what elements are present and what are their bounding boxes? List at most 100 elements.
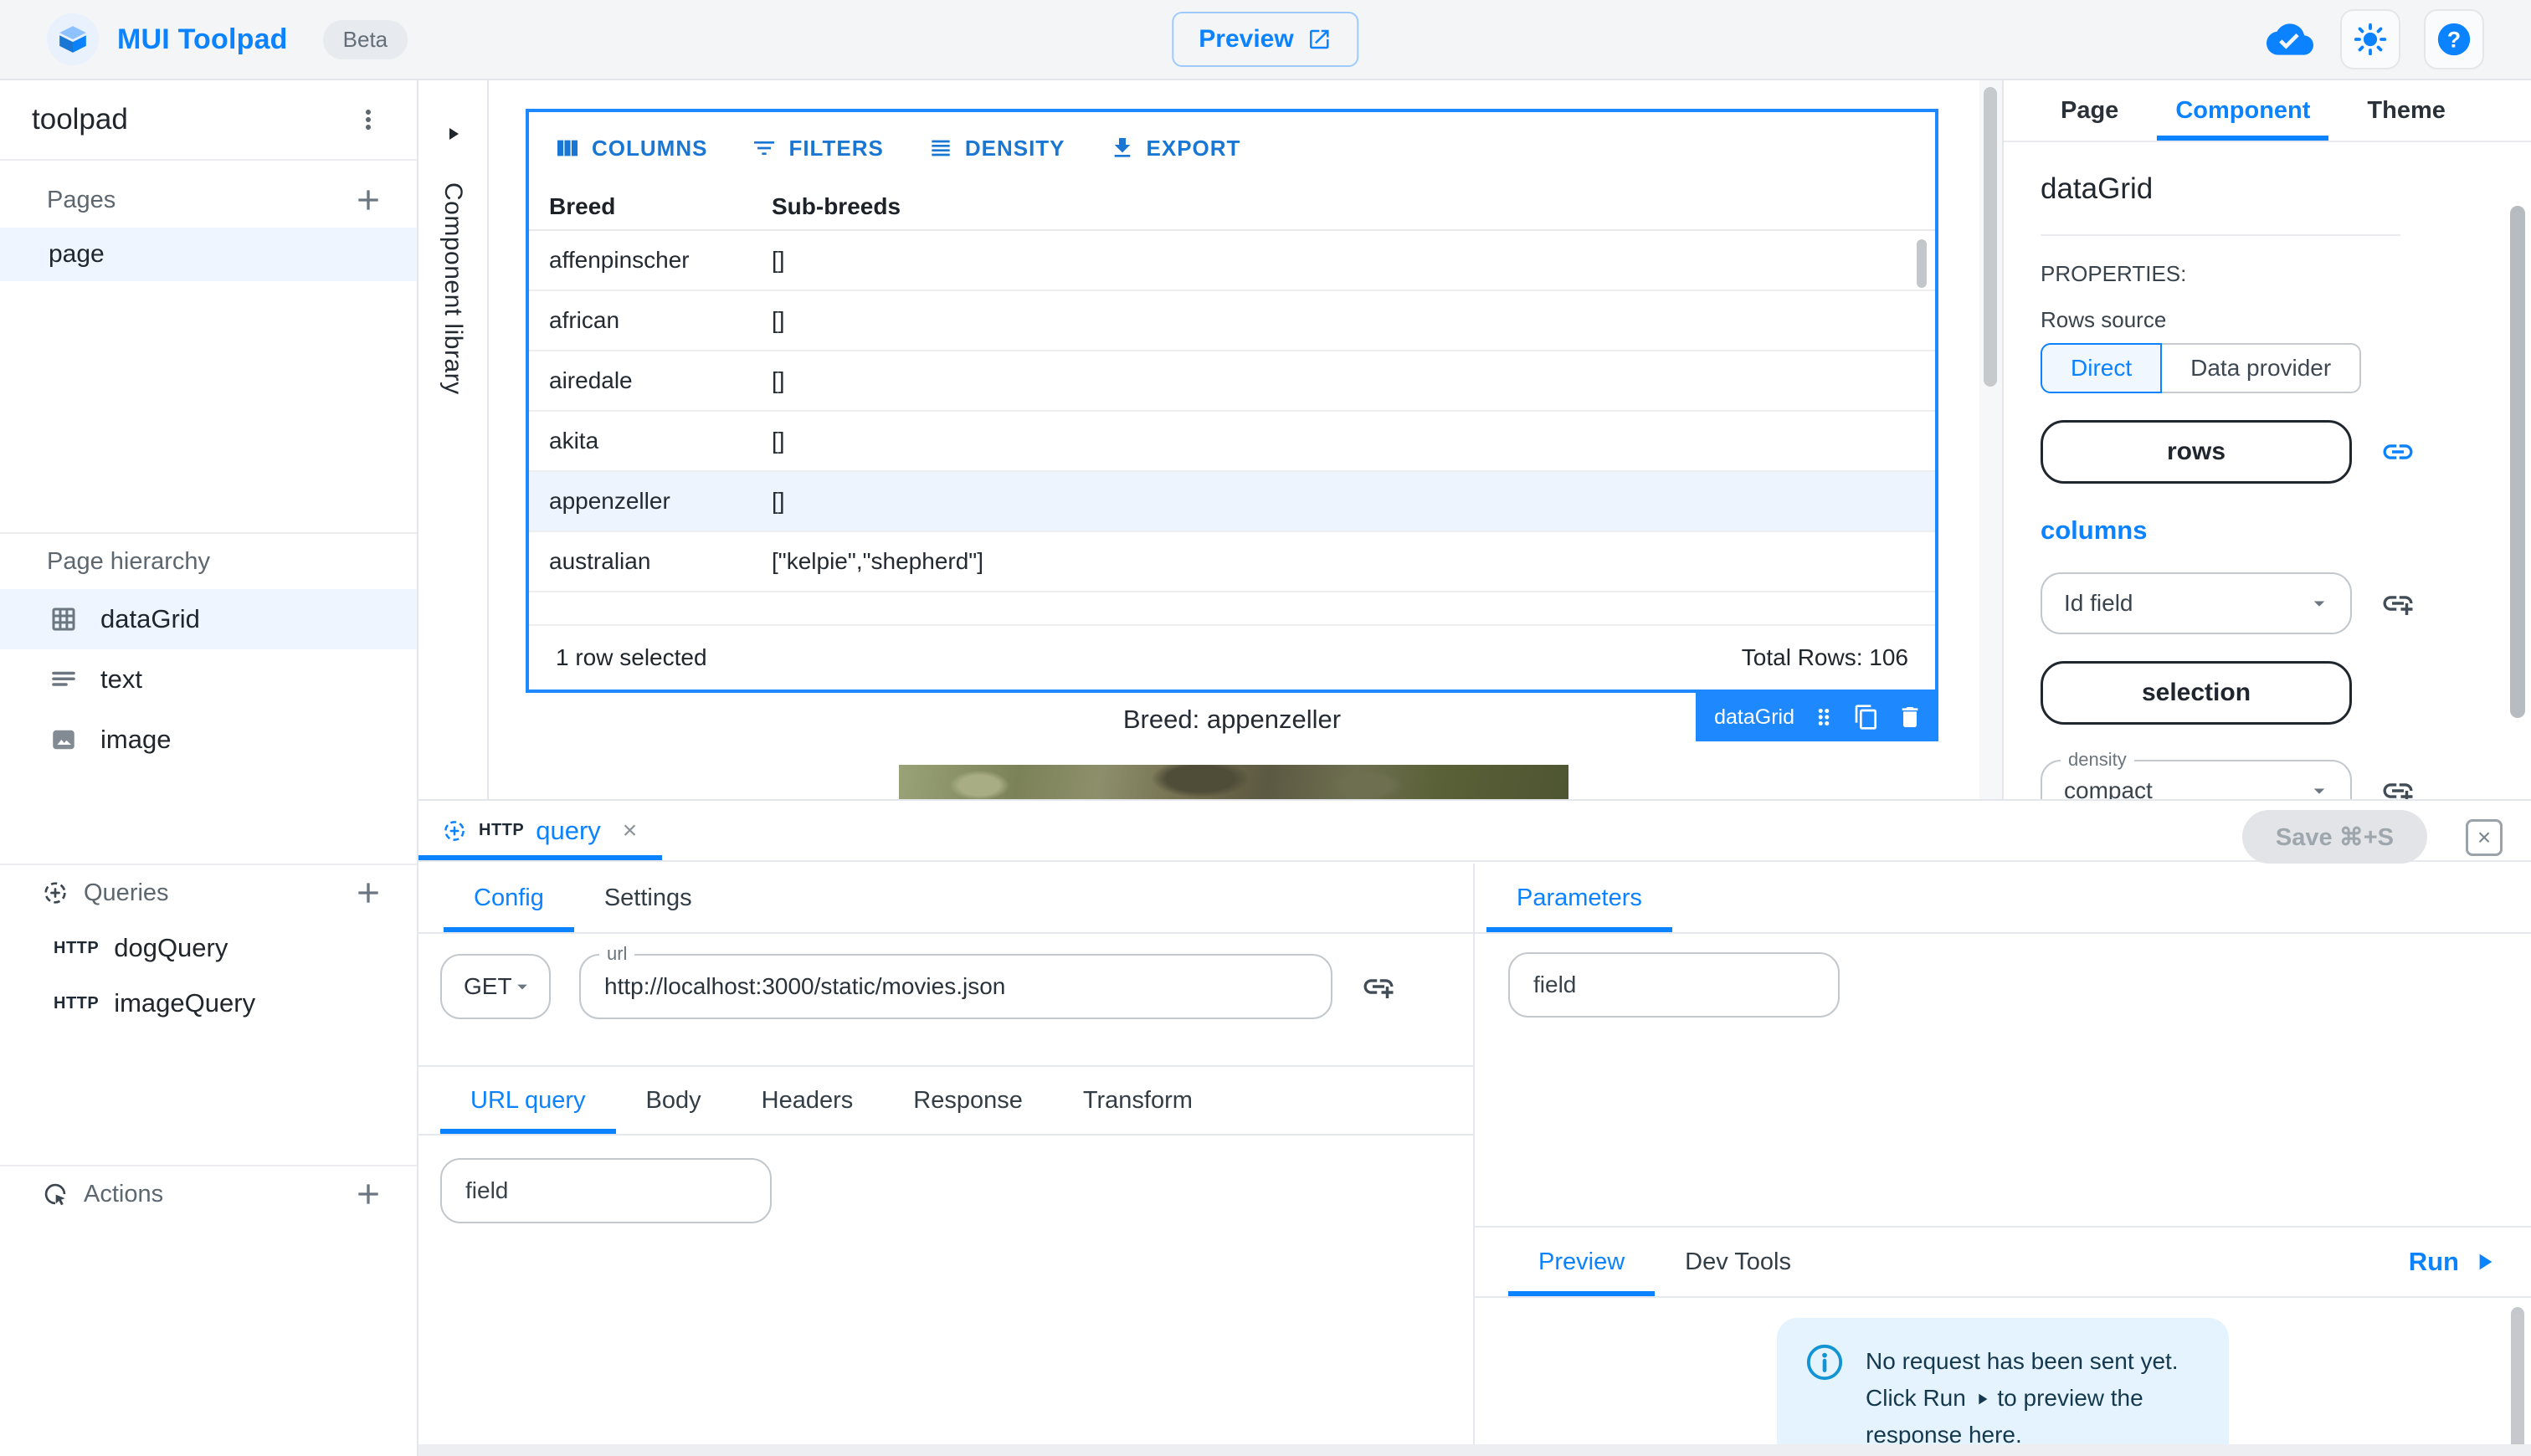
- sidebar-item-page[interactable]: page: [0, 228, 417, 281]
- alert-line1: No request has been sent yet.: [1866, 1343, 2200, 1380]
- sidebar-item-image[interactable]: image: [0, 710, 417, 770]
- rows-button[interactable]: rows: [2041, 420, 2352, 484]
- tab-config[interactable]: Config: [444, 864, 574, 932]
- tab-response[interactable]: Response: [883, 1067, 1053, 1134]
- cell-subbreeds: []: [772, 307, 1935, 334]
- actions-header-label: Actions: [84, 1181, 163, 1208]
- tab-theme[interactable]: Theme: [2349, 80, 2463, 141]
- project-menu-button[interactable]: [353, 105, 383, 135]
- rows-binding-icon[interactable]: [2380, 434, 2415, 469]
- selection-button[interactable]: selection: [2041, 661, 2352, 725]
- sidebar-item-imagequery[interactable]: HTTP imageQuery: [0, 976, 417, 1031]
- tab-transform[interactable]: Transform: [1053, 1067, 1223, 1134]
- close-panel-button[interactable]: ×: [2466, 819, 2503, 856]
- hierarchy-item-label: dataGrid: [100, 604, 200, 634]
- preview-tabbar: Preview Dev Tools Run: [1475, 1226, 2531, 1298]
- tab-http-query[interactable]: HTTP query ×: [418, 801, 662, 860]
- table-row[interactable]: akita []: [529, 412, 1935, 472]
- text-component[interactable]: Breed: appenzeller: [526, 705, 1938, 735]
- rows-source-direct-option[interactable]: Direct: [2041, 343, 2162, 393]
- add-query-button[interactable]: [352, 876, 385, 910]
- canvas-scrollbar[interactable]: [1979, 80, 2002, 799]
- tab-settings[interactable]: Settings: [574, 864, 722, 932]
- query-preview-pane: Parameters Preview Dev Tools Run: [1475, 864, 2531, 1444]
- query-tab-label: query: [536, 816, 601, 846]
- save-button[interactable]: Save ⌘+S: [2242, 810, 2427, 864]
- cell-breed: african: [529, 307, 772, 334]
- url-input[interactable]: [581, 973, 1331, 1000]
- run-button-label: Run: [2409, 1247, 2459, 1277]
- parameters-field-input[interactable]: [1510, 954, 1838, 1016]
- add-action-button[interactable]: [352, 1177, 385, 1211]
- column-header-breed[interactable]: Breed: [529, 193, 772, 220]
- datagrid-scrollbar-thumb[interactable]: [1917, 239, 1927, 288]
- inspector-scrollbar-thumb[interactable]: [2510, 206, 2525, 718]
- queries-header-label: Queries: [84, 879, 169, 907]
- help-button[interactable]: ?: [2424, 9, 2484, 69]
- idfield-add-binding-icon[interactable]: [2380, 586, 2415, 621]
- id-field-value: Id field: [2064, 590, 2133, 617]
- page-canvas: COLUMNS FILTERS DENSITY: [489, 80, 2002, 799]
- close-query-tab-icon[interactable]: ×: [623, 817, 638, 845]
- cell-breed: australian: [529, 548, 772, 575]
- preview-scrollbar-thumb[interactable]: [2511, 1307, 2524, 1456]
- tab-component[interactable]: Component: [2157, 80, 2328, 141]
- id-field-select[interactable]: Id field: [2041, 572, 2352, 634]
- pages-header-label: Pages: [47, 187, 116, 214]
- image-component[interactable]: [899, 765, 1568, 799]
- preview-button[interactable]: Preview: [1172, 12, 1358, 67]
- filters-button[interactable]: FILTERS: [751, 135, 883, 161]
- parameters-tabs: Parameters: [1475, 864, 2531, 934]
- filter-list-icon: [751, 135, 778, 161]
- brand: MUI Toolpad Beta: [47, 13, 408, 65]
- tab-parameters[interactable]: Parameters: [1486, 864, 1672, 932]
- mui-logo-icon: [47, 13, 99, 65]
- sidebar-item-datagrid[interactable]: dataGrid: [0, 589, 417, 649]
- table-row[interactable]: airedale []: [529, 351, 1935, 412]
- tab-devtools[interactable]: Dev Tools: [1655, 1228, 1821, 1296]
- table-row-selected[interactable]: appenzeller []: [529, 472, 1935, 532]
- density-button-label: DENSITY: [965, 136, 1065, 161]
- http-tag: HTTP: [54, 939, 99, 958]
- tab-body[interactable]: Body: [616, 1067, 732, 1134]
- preview-button-label: Preview: [1199, 25, 1293, 54]
- canvas-scrollbar-thumb[interactable]: [1984, 87, 1997, 387]
- chevron-down-icon: [2307, 591, 2332, 616]
- export-button-label: EXPORT: [1147, 136, 1241, 161]
- cell-subbreeds: []: [772, 367, 1935, 394]
- tab-page[interactable]: Page: [2042, 80, 2137, 141]
- density-button[interactable]: DENSITY: [927, 135, 1065, 161]
- horizontal-scrollbar-track[interactable]: [418, 1444, 2531, 1456]
- table-row[interactable]: affenpinscher []: [529, 231, 1935, 291]
- export-button[interactable]: EXPORT: [1109, 135, 1241, 161]
- actions-section-header: Actions: [0, 1166, 417, 1222]
- url-add-binding-icon[interactable]: [1361, 969, 1396, 1004]
- tab-preview[interactable]: Preview: [1508, 1228, 1655, 1296]
- columns-button[interactable]: COLUMNS: [554, 135, 707, 161]
- cloud-synced-icon: [2263, 13, 2317, 66]
- columns-editor-link[interactable]: columns: [2041, 515, 2531, 546]
- sun-icon: [2352, 21, 2389, 58]
- query-body: Config Settings GET url: [418, 864, 2531, 1444]
- column-header-subbreeds[interactable]: Sub-breeds: [772, 193, 1935, 220]
- alert-text: No request has been sent yet. Click Run …: [1866, 1343, 2200, 1454]
- tab-headers[interactable]: Headers: [732, 1067, 884, 1134]
- tab-url-query[interactable]: URL query: [440, 1067, 616, 1134]
- theme-toggle-button[interactable]: [2340, 9, 2400, 69]
- component-library-strip[interactable]: Component library: [418, 80, 489, 799]
- run-button[interactable]: Run: [2409, 1228, 2498, 1296]
- expand-library-icon[interactable]: [443, 124, 463, 144]
- method-select[interactable]: GET: [440, 954, 551, 1019]
- total-rows-status: Total Rows: 106: [1742, 644, 1908, 671]
- add-page-button[interactable]: [352, 183, 385, 217]
- table-row[interactable]: australian ["kelpie","shepherd"]: [529, 532, 1935, 592]
- url-query-field-input[interactable]: [442, 1160, 770, 1222]
- datagrid-component[interactable]: COLUMNS FILTERS DENSITY: [526, 109, 1938, 693]
- sidebar-item-dogquery[interactable]: HTTP dogQuery: [0, 920, 417, 976]
- sidebar-item-text[interactable]: text: [0, 649, 417, 710]
- cell-subbreeds: []: [772, 247, 1935, 274]
- alert-line2-pre: Click Run: [1866, 1385, 1966, 1411]
- url-label: url: [599, 943, 634, 965]
- rows-source-provider-option[interactable]: Data provider: [2160, 343, 2361, 393]
- table-row[interactable]: african []: [529, 291, 1935, 351]
